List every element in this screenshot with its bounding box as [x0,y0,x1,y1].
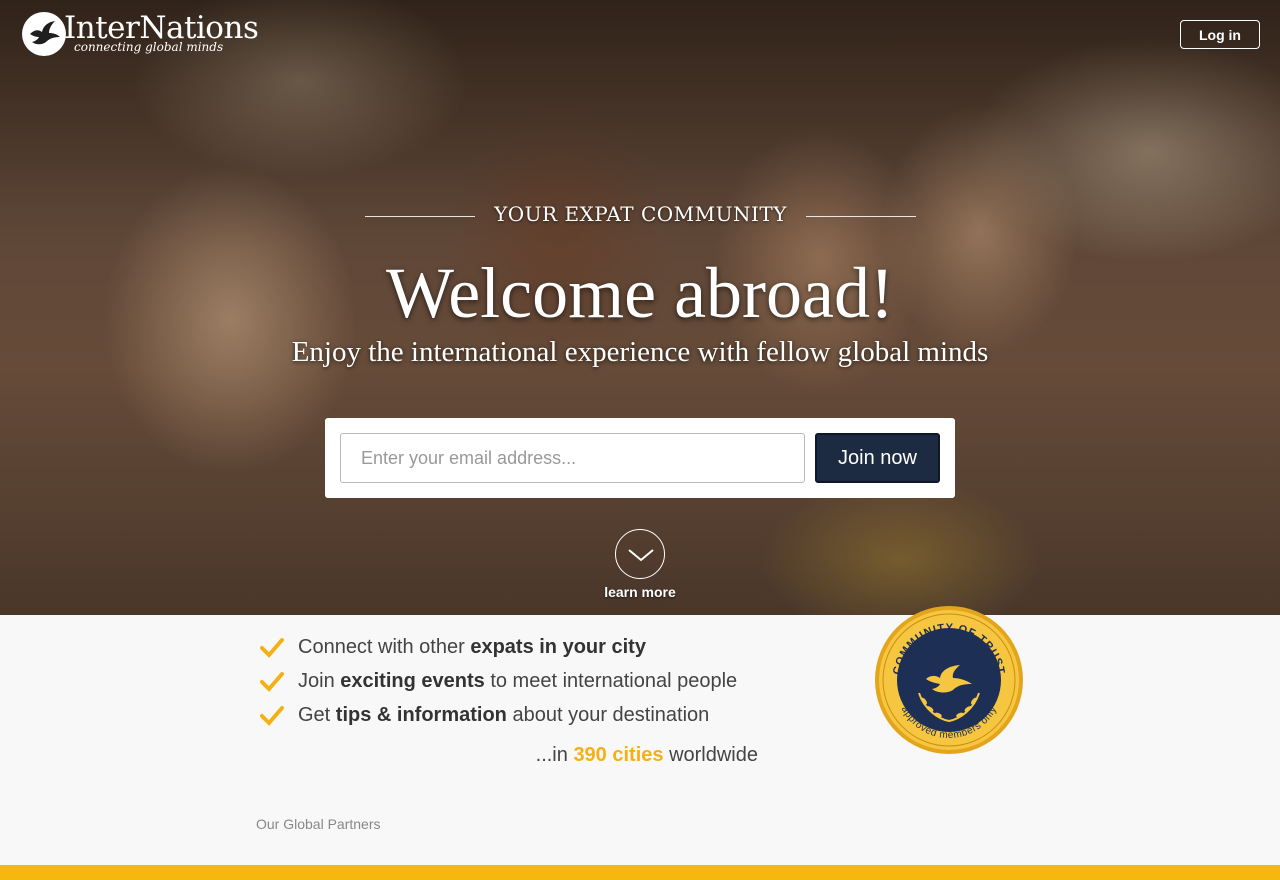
community-of-trust-badge: COMMUNITY OF TRUST approved members only [875,606,1023,754]
list-item: Get tips & information about your destin… [256,700,816,734]
page-title: Welcome abroad! [386,253,894,333]
eyebrow-text: YOUR EXPAT COMMUNITY [494,202,787,226]
partners-label: Our Global Partners [256,816,381,832]
brand-tagline: connecting global minds [74,40,224,54]
email-field[interactable] [340,433,805,483]
footer-bar [0,865,1280,880]
logo[interactable]: InterNations connecting global minds [22,10,259,60]
page-subtitle: Enjoy the international experience with … [291,336,989,368]
eyebrow-line-left [365,216,475,217]
cities-count: ...in 390 cities worldwide [535,744,758,766]
benefit-text: Join exciting events to meet internation… [298,670,738,692]
eyebrow-row: YOUR EXPAT COMMUNITY [365,200,916,230]
top-bar: InterNations connecting global minds Log… [0,0,1280,70]
join-now-button[interactable]: Join now [815,433,940,483]
learn-more-label: learn more [604,584,676,600]
eyebrow-line-right [806,216,916,217]
checkmark-icon [260,638,284,658]
benefit-text: Connect with other expats in your city [298,636,646,658]
checkmark-icon [260,672,284,692]
checkmark-icon [260,706,284,726]
learn-more-link[interactable]: learn more [590,529,690,604]
signup-form: Join now [325,418,955,498]
chevron-down-icon [615,529,665,579]
login-button[interactable]: Log in [1180,20,1260,49]
bird-logo-icon [22,12,66,56]
list-item: Connect with other expats in your city [256,632,816,666]
list-item: Join exciting events to meet internation… [256,666,816,700]
hero-content: YOUR EXPAT COMMUNITY Welcome abroad! Enj… [0,0,1280,615]
benefit-text: Get tips & information about your destin… [298,704,710,726]
